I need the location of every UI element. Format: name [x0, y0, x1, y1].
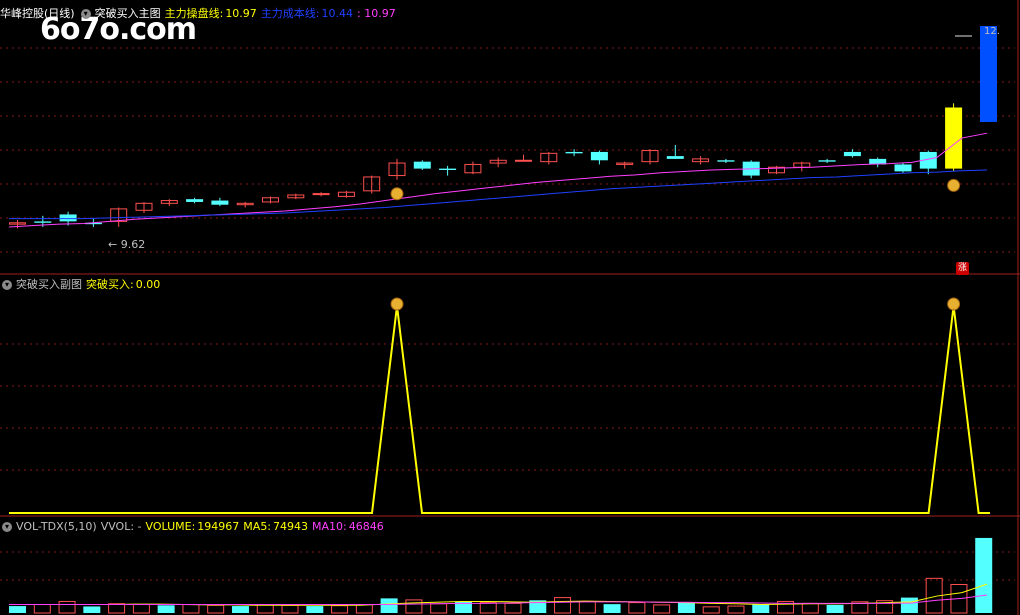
volume-bar — [405, 599, 423, 614]
indicator-options-icon[interactable]: ▾ — [80, 9, 91, 19]
volume-bar — [331, 605, 349, 614]
vvol-label: VVOL: - — [100, 520, 142, 533]
high-price-value: 12. — [984, 26, 1000, 37]
volume-bar — [207, 604, 225, 614]
sub-options-icon[interactable]: ▾ — [2, 280, 12, 290]
volume-bar — [628, 602, 646, 614]
candle-body — [590, 151, 608, 161]
volume-bar — [108, 603, 126, 614]
candle-body — [515, 159, 532, 162]
volume-bar — [430, 603, 448, 614]
volume-bar — [702, 606, 720, 614]
volume-bar — [231, 606, 249, 613]
main-header: 华峰控股(日线) ▾ 突破买入主图 主力操盘线: 10.97 主力成本线: 10.44: 1… — [0, 6, 400, 22]
volume-bar — [182, 604, 200, 614]
volume-bar — [975, 537, 993, 613]
vol-header: ▾ VOL-TDX(5,10) VVOL: - VOLUME: 194967 MA5: 74… — [0, 519, 388, 535]
volume-bar — [727, 605, 745, 614]
main-indicator-name[interactable]: 突破买入主图 — [95, 7, 161, 20]
line2-label: 主力成本线: — [260, 7, 320, 20]
volume-series — [9, 537, 993, 614]
vol-indicator-name[interactable]: VOL-TDX(5,10) — [16, 520, 97, 533]
candle-body — [843, 151, 861, 157]
sub-indicator-name[interactable]: 突破买入副图 — [16, 278, 82, 291]
candlestick-series — [9, 103, 963, 229]
volume-bar — [504, 602, 522, 614]
candle-body — [34, 221, 52, 223]
low-price-value: 9.62 — [120, 238, 146, 251]
low-price-marker: ← 9.62 — [108, 238, 146, 251]
moving-average-lines — [8, 132, 988, 228]
volume-bar — [380, 598, 398, 613]
volume-bar — [554, 597, 572, 614]
volume-label: VOLUME: — [145, 520, 196, 533]
volume-bar — [83, 606, 101, 613]
volume-bar — [58, 600, 76, 614]
volume-bar — [826, 604, 844, 613]
money-bag-icon — [947, 178, 961, 192]
volume-ma5-line — [9, 583, 988, 606]
volume-bar — [900, 597, 918, 613]
candle-body — [818, 160, 836, 162]
volume-bar — [256, 604, 274, 614]
money-bag-icon — [947, 297, 961, 311]
candle-body — [894, 164, 912, 172]
volume-bar — [479, 602, 497, 614]
volume-ma10-line — [9, 594, 988, 606]
candle-body — [211, 200, 229, 205]
candle-body — [439, 168, 457, 170]
vol-options-icon[interactable]: ▾ — [2, 522, 12, 532]
candle-body — [59, 214, 77, 222]
buy-signal-series — [9, 178, 990, 514]
volume-bar — [132, 604, 150, 614]
candle-body — [186, 199, 204, 202]
volume-bar — [578, 600, 596, 614]
ma10-label: MA10: — [312, 520, 347, 533]
line2-value: 10.44 — [321, 7, 354, 20]
candle-body — [666, 156, 684, 159]
candle-body — [945, 107, 963, 169]
money-bag-icon — [390, 187, 404, 201]
volume-bar — [653, 604, 671, 614]
signal-label: 突破买入: — [86, 278, 134, 291]
volume-bar — [306, 606, 324, 613]
candle-body — [565, 151, 583, 154]
volume-bar — [9, 606, 26, 613]
right-blue-bar — [980, 26, 997, 122]
main-cost-line — [9, 169, 988, 220]
volume-bar — [281, 604, 299, 614]
candle-body — [717, 160, 735, 162]
stock-label: 华峰控股(日线) — [0, 7, 75, 20]
volume-bar — [355, 604, 373, 614]
money-bag-icon — [390, 297, 404, 311]
line1-value: 10.97 — [225, 7, 257, 20]
signal-value: 0.00 — [135, 278, 161, 291]
candle-body — [413, 161, 431, 169]
ma10-value: 46846 — [348, 520, 384, 533]
main-force-line — [8, 132, 988, 228]
volume-bar — [801, 602, 819, 614]
line2-value2: : 10.97 — [357, 7, 396, 20]
ma5-label: MA5: — [243, 520, 272, 533]
volume-value: 194967 — [197, 520, 240, 533]
volume-bar — [33, 604, 51, 614]
volume-bar — [752, 604, 770, 613]
candle-body — [312, 193, 330, 196]
high-price-marker: 12. — [984, 24, 1004, 40]
ma5-value: 74943 — [273, 520, 309, 533]
buy-signal-line — [9, 305, 990, 514]
sub-header: ▾ 突破买入副图 突破买入: 0.00 — [0, 277, 164, 293]
line1-label: 主力操盘线: — [164, 7, 224, 20]
volume-bar — [157, 605, 175, 613]
volume-bar — [677, 602, 695, 613]
limit-up-badge: 涨 — [956, 262, 969, 275]
volume-bar — [603, 604, 621, 613]
